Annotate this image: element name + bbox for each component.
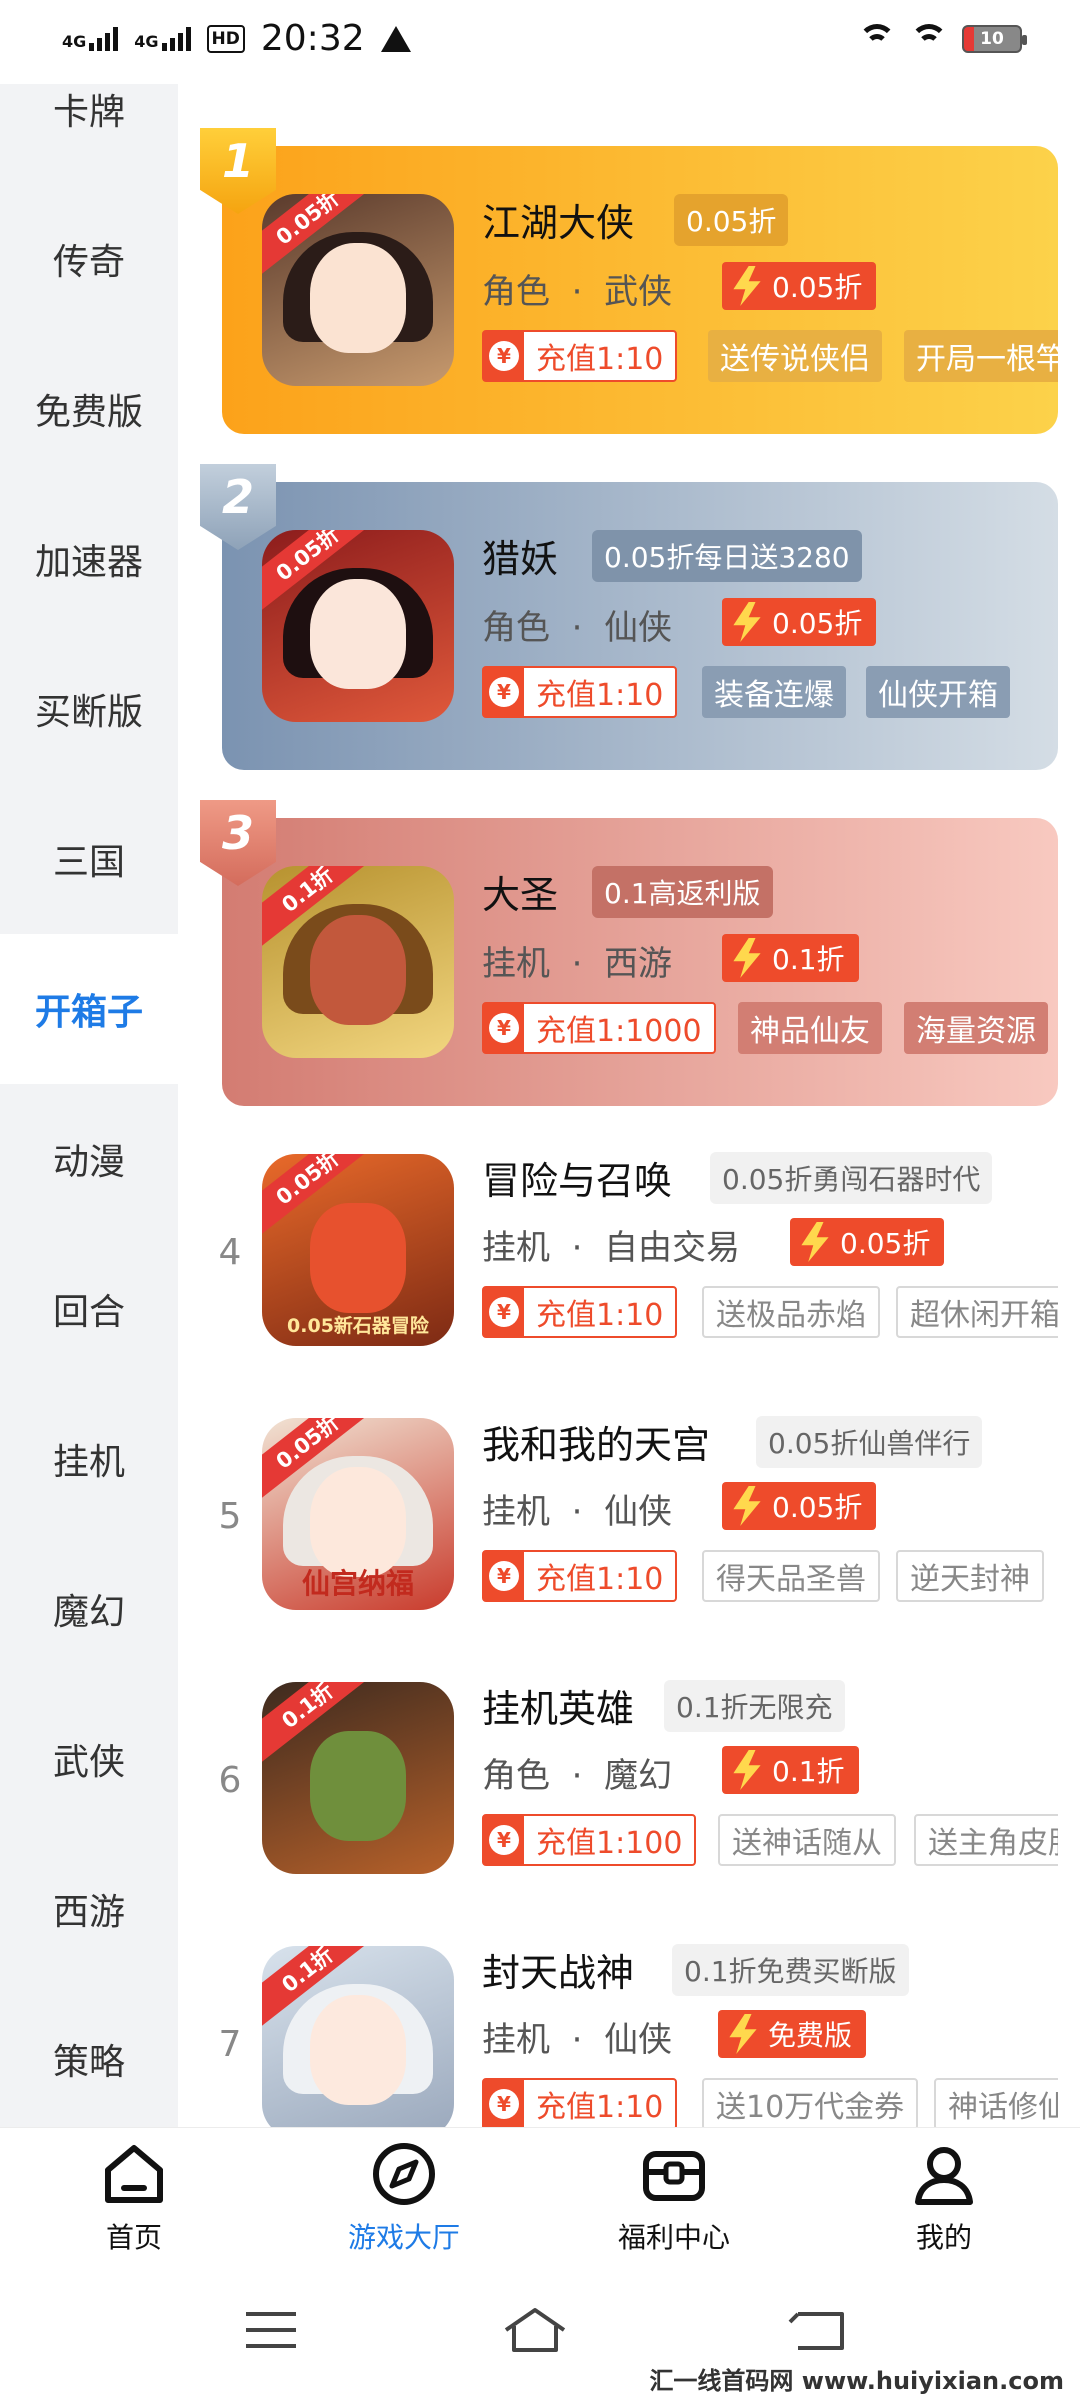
sidebar-item-wuxia[interactable]: 武侠 bbox=[0, 1684, 178, 1834]
tab-game-hall[interactable]: 游戏大厅 bbox=[304, 2140, 504, 2256]
clock: 20:32 bbox=[260, 18, 365, 59]
warning-icon bbox=[380, 25, 411, 52]
sidebar-item-three-kingdoms[interactable]: 三国 bbox=[0, 784, 178, 934]
gift-tag: 神品仙友 bbox=[738, 1002, 882, 1054]
hd-voice-icon: HD bbox=[206, 24, 245, 53]
gift-tag: 得天品圣兽 bbox=[702, 1550, 880, 1602]
gift-tag: 送极品赤焰 bbox=[702, 1286, 880, 1338]
game-list-item[interactable]: 6 0.1折 挂机英雄 0.1折无限充 角色 · 魔幻 0.1折 ¥ 充值1:1… bbox=[178, 1660, 1080, 1924]
sidebar-item-turn-based[interactable]: 回合 bbox=[0, 1234, 178, 1384]
battery-icon: 10 bbox=[962, 25, 1027, 53]
compass-icon bbox=[370, 2140, 438, 2208]
yen-icon: ¥ bbox=[489, 1297, 519, 1327]
yen-icon: ¥ bbox=[489, 677, 519, 707]
game-list-item[interactable]: 7 0.1折 封天战神 0.1折免费买断版 挂机 · 仙侠 免费版 ¥ 充值1:… bbox=[178, 1924, 1080, 2127]
tab-welfare-center[interactable]: 福利中心 bbox=[574, 2140, 774, 2256]
gift-tag: 装备连爆 bbox=[702, 666, 846, 718]
game-list-item[interactable]: 5 0.05折 仙宫纳福 我和我的天宫 0.05折仙兽伴行 挂机 · 仙侠 0.… bbox=[178, 1396, 1080, 1660]
sidebar-item-open-box[interactable]: 开箱子 bbox=[0, 934, 178, 1084]
game-list-item[interactable]: 3 0.1折 大圣 0.1高返利版 挂机 · 西游 0.1折 ¥ 充值1:100… bbox=[178, 796, 1080, 1126]
sidebar-item-fantasy[interactable]: 魔幻 bbox=[0, 1534, 178, 1684]
game-list-item[interactable]: 2 0.05折 猎妖 0.05折每日送3280 角色 · 仙侠 0.05折 ¥ … bbox=[178, 460, 1080, 790]
gift-tag: 超休闲开箱 bbox=[896, 1286, 1058, 1338]
bottom-tab-bar: 首页 游戏大厅 福利中心 我的 bbox=[0, 2127, 1080, 2270]
sidebar-item-buyout[interactable]: 买断版 bbox=[0, 634, 178, 784]
recharge-ratio-badge: ¥ 充值1:10 bbox=[482, 1550, 678, 1602]
sidebar-item-card[interactable]: 卡牌 bbox=[0, 34, 178, 184]
tab-home[interactable]: 首页 bbox=[34, 2140, 234, 2256]
sidebar-item-accelerator[interactable]: 加速器 bbox=[0, 484, 178, 634]
game-list-item[interactable]: 4 0.05折 0.05新石器冒险 冒险与召唤 0.05折勇闯石器时代 挂机 ·… bbox=[178, 1132, 1080, 1396]
sidebar-item-anime[interactable]: 动漫 bbox=[0, 1084, 178, 1234]
recharge-ratio-badge: ¥ 充值1:1000 bbox=[482, 1002, 716, 1054]
sidebar-item-free[interactable]: 免费版 bbox=[0, 334, 178, 484]
game-list-item[interactable]: 1 0.05折 江湖大侠 0.05折 角色 · 武侠 0.05折 ¥ 充值1:1… bbox=[178, 124, 1080, 454]
user-icon bbox=[910, 2140, 978, 2208]
gift-tag: 送神话随从 bbox=[718, 1814, 896, 1866]
system-navigation-bar: 汇一线首码网 www.huiyixian.com bbox=[0, 2270, 1080, 2400]
yen-icon: ¥ bbox=[489, 2089, 519, 2119]
gift-tag: 神话修仙 bbox=[934, 2078, 1058, 2127]
yen-icon: ¥ bbox=[489, 1561, 519, 1591]
wifi-icon-2 bbox=[910, 24, 948, 54]
treasure-chest-icon bbox=[640, 2140, 708, 2208]
gift-tag: 逆天封神 bbox=[896, 1550, 1044, 1602]
back-icon[interactable] bbox=[784, 2300, 854, 2360]
gift-tag: 送传说侠侣 bbox=[708, 330, 882, 382]
gift-tag: 开局一根竿 bbox=[904, 330, 1058, 382]
yen-icon: ¥ bbox=[489, 1013, 519, 1043]
gift-tag: 送主角皮肤 bbox=[914, 1814, 1058, 1866]
recharge-ratio-badge: ¥ 充值1:10 bbox=[482, 1286, 678, 1338]
recharge-ratio-badge: ¥ 充值1:100 bbox=[482, 1814, 697, 1866]
yen-icon: ¥ bbox=[489, 341, 519, 371]
watermark: 汇一线首码网 www.huiyixian.com bbox=[643, 2361, 1070, 2396]
home-nav-icon[interactable] bbox=[500, 2300, 570, 2360]
wifi-icon bbox=[858, 24, 896, 54]
recharge-ratio-badge: ¥ 充值1:10 bbox=[482, 330, 678, 382]
sidebar-item-idle[interactable]: 挂机 bbox=[0, 1384, 178, 1534]
yen-icon: ¥ bbox=[489, 1825, 519, 1855]
gift-tag: 仙侠开箱 bbox=[866, 666, 1010, 718]
category-sidebar[interactable]: 卡牌 传奇 免费版 加速器 买断版 三国 开箱子 动漫 回合 挂机 魔幻 武侠 … bbox=[0, 84, 178, 2127]
sidebar-item-strategy[interactable]: 策略 bbox=[0, 1984, 178, 2134]
sidebar-item-journey-west[interactable]: 西游 bbox=[0, 1834, 178, 1984]
tab-mine[interactable]: 我的 bbox=[844, 2140, 1044, 2256]
menu-icon[interactable] bbox=[236, 2300, 306, 2360]
home-icon bbox=[100, 2140, 168, 2208]
recharge-ratio-badge: ¥ 充值1:10 bbox=[482, 666, 678, 718]
gift-tag: 海量资源 bbox=[904, 1002, 1048, 1054]
gift-tag: 送10万代金券 bbox=[702, 2078, 919, 2127]
sidebar-item-legend[interactable]: 传奇 bbox=[0, 184, 178, 334]
recharge-ratio-badge: ¥ 充值1:10 bbox=[482, 2078, 678, 2127]
